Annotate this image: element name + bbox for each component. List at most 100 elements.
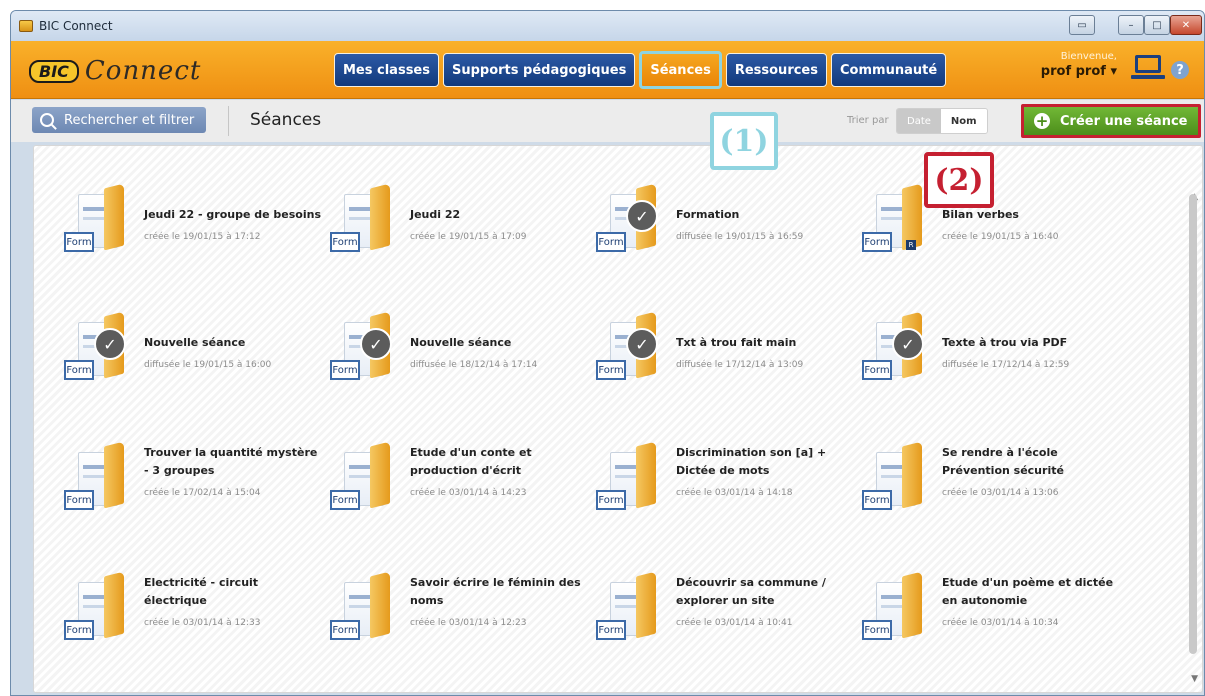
main-nav: Mes classes Supports pédagogiques Séance… <box>334 51 947 89</box>
user-name-label: prof prof <box>1040 64 1106 79</box>
session-document-icon: Form <box>330 440 396 516</box>
form-badge: Form <box>64 620 94 640</box>
published-check-icon: ✓ <box>892 328 924 360</box>
session-title: Formation <box>676 208 740 221</box>
form-badge: Form <box>330 620 360 640</box>
session-card[interactable]: Form Trouver la quantité mystère - 3 grou… <box>64 440 324 518</box>
app-header: BIC Connect Mes classes Supports pédagog… <box>11 41 1204 99</box>
tab-communaute[interactable]: Communauté <box>831 53 947 87</box>
welcome-text: Bienvenue, <box>1060 51 1117 62</box>
session-date: créée le 19/01/15 à 16:40 <box>942 232 1059 242</box>
session-card[interactable]: ✓ Form Texte à trou via PDF diffusée le 17/… <box>862 310 1122 388</box>
tab-supports-pedagogiques[interactable]: Supports pédagogiques <box>442 53 636 87</box>
search-filter-button[interactable]: Rechercher et filtrer <box>32 107 206 133</box>
session-title: Txt à trou fait main <box>676 336 797 349</box>
user-menu[interactable]: Bienvenue, prof prof ▾ <box>1009 51 1117 79</box>
session-card[interactable]: Form Savoir écrire le féminin des noms cré… <box>330 570 590 648</box>
form-badge: Form <box>330 490 360 510</box>
session-title: Bilan verbes <box>942 208 1019 221</box>
published-check-icon: ✓ <box>94 328 126 360</box>
sort-date-button[interactable]: Date <box>897 109 941 133</box>
session-date: créée le 03/01/14 à 10:41 <box>676 618 793 628</box>
session-card[interactable]: ✓ Form Nouvelle séance diffusée le 18/12/14… <box>330 310 590 388</box>
form-badge: Form <box>596 232 626 252</box>
published-check-icon: ✓ <box>626 200 658 232</box>
session-document-icon: Form <box>862 570 928 646</box>
session-title: Jeudi 22 <box>410 208 461 221</box>
tab-ressources[interactable]: Ressources <box>725 53 827 87</box>
session-document-icon: ✓ Form <box>64 310 130 386</box>
session-title: Etude d'un poème et dictée en autonomie <box>942 576 1114 607</box>
app-window: BIC Connect ▭ – □ ✕ BIC Connect Mes clas… <box>10 10 1205 696</box>
session-date: créée le 03/01/14 à 10:34 <box>942 618 1059 628</box>
session-card[interactable]: Form Etude d'un conte et production d'écr… <box>330 440 590 518</box>
session-document-icon: Form <box>596 440 662 516</box>
session-document-icon: Form <box>64 440 130 516</box>
session-title: Savoir écrire le féminin des noms <box>410 576 581 607</box>
published-check-icon: ✓ <box>626 328 658 360</box>
restore-icon[interactable]: ▭ <box>1069 15 1095 35</box>
session-card[interactable]: Form Discrimination son [a] + Dictée de m… <box>596 440 856 518</box>
logo-bic: BIC <box>29 59 79 83</box>
session-document-icon: Form <box>862 440 928 516</box>
title-bar: BIC Connect ▭ – □ ✕ <box>11 11 1204 41</box>
sort-name-button[interactable]: Nom <box>940 109 987 133</box>
toolbar: Rechercher et filtrer Séances Trier par … <box>11 100 1204 142</box>
bic-connect-logo[interactable]: BIC Connect <box>29 55 201 87</box>
session-card[interactable]: ✓ Form Nouvelle séance diffusée le 19/01/15… <box>64 310 324 388</box>
session-card[interactable]: Form Découvrir sa commune / explorer un s… <box>596 570 856 648</box>
maximize-button[interactable]: □ <box>1144 15 1170 35</box>
tab-mes-classes[interactable]: Mes classes <box>334 53 439 87</box>
session-title: Se rendre à l'école Prévention sécurité <box>942 446 1064 477</box>
session-date: créée le 03/01/14 à 14:18 <box>676 488 793 498</box>
resource-badge: R <box>906 240 916 250</box>
session-card[interactable]: Form Jeudi 22 créée le 19/01/15 à 17:09 <box>330 182 590 260</box>
create-session-button[interactable]: + Créer une séance <box>1021 104 1201 138</box>
annotation-1: (1) <box>710 112 778 170</box>
session-card[interactable]: Form Etude d'un poème et dictée en autono… <box>862 570 1122 648</box>
session-document-icon: Form <box>330 570 396 646</box>
session-title: Discrimination son [a] + Dictée de mots <box>676 446 827 477</box>
session-date: créée le 03/01/14 à 12:23 <box>410 618 527 628</box>
form-badge: Form <box>596 360 626 380</box>
session-document-icon: Form <box>330 182 396 258</box>
tab-seances[interactable]: Séances <box>639 51 722 89</box>
session-title: Jeudi 22 - groupe de besoins <box>144 208 321 221</box>
form-badge: Form <box>330 360 360 380</box>
minimize-button[interactable]: – <box>1118 15 1144 35</box>
session-document-icon: Form <box>596 570 662 646</box>
session-card[interactable]: ✓ Form Txt à trou fait main diffusée le 17/… <box>596 310 856 388</box>
user-name[interactable]: prof prof ▾ <box>1009 64 1117 79</box>
session-date: diffusée le 19/01/15 à 16:00 <box>144 360 272 370</box>
close-button[interactable]: ✕ <box>1170 15 1202 35</box>
laptop-icon[interactable] <box>1131 53 1165 83</box>
session-title: Texte à trou via PDF <box>942 336 1068 349</box>
scroll-down-icon[interactable]: ▼ <box>1191 674 1198 684</box>
session-title: Nouvelle séance <box>410 336 512 349</box>
session-date: diffusée le 19/01/15 à 16:59 <box>676 232 804 242</box>
form-badge: Form <box>330 232 360 252</box>
form-badge: Form <box>862 360 892 380</box>
session-date: créée le 19/01/15 à 17:09 <box>410 232 527 242</box>
session-document-icon: ✓ Form <box>330 310 396 386</box>
session-document-icon: ✓ Form <box>862 310 928 386</box>
form-badge: Form <box>596 620 626 640</box>
session-document-icon: ✓ Form <box>596 182 662 258</box>
help-icon[interactable]: ? <box>1171 61 1189 79</box>
session-card[interactable]: Form Se rendre à l'école Prévention sécur… <box>862 440 1122 518</box>
divider <box>228 106 229 136</box>
session-title: Trouver la quantité mystère - 3 groupes <box>144 446 318 477</box>
scrollbar[interactable] <box>1189 194 1197 654</box>
chevron-down-icon: ▾ <box>1110 64 1117 79</box>
session-document-icon: Form <box>64 182 130 258</box>
window-title: BIC Connect <box>39 19 113 33</box>
page-title: Séances <box>250 110 322 130</box>
session-card[interactable]: ✓ Form Formation diffusée le 19/01/15 à 16:… <box>596 182 856 260</box>
search-icon <box>40 113 54 127</box>
plus-icon: + <box>1034 111 1050 130</box>
form-badge: Form <box>64 490 94 510</box>
session-card[interactable]: Form Electricité - circuit électrique créé… <box>64 570 324 648</box>
session-document-icon: Form <box>64 570 130 646</box>
form-badge: Form <box>596 490 626 510</box>
session-card[interactable]: Form Jeudi 22 - groupe de besoins créée le… <box>64 182 324 260</box>
